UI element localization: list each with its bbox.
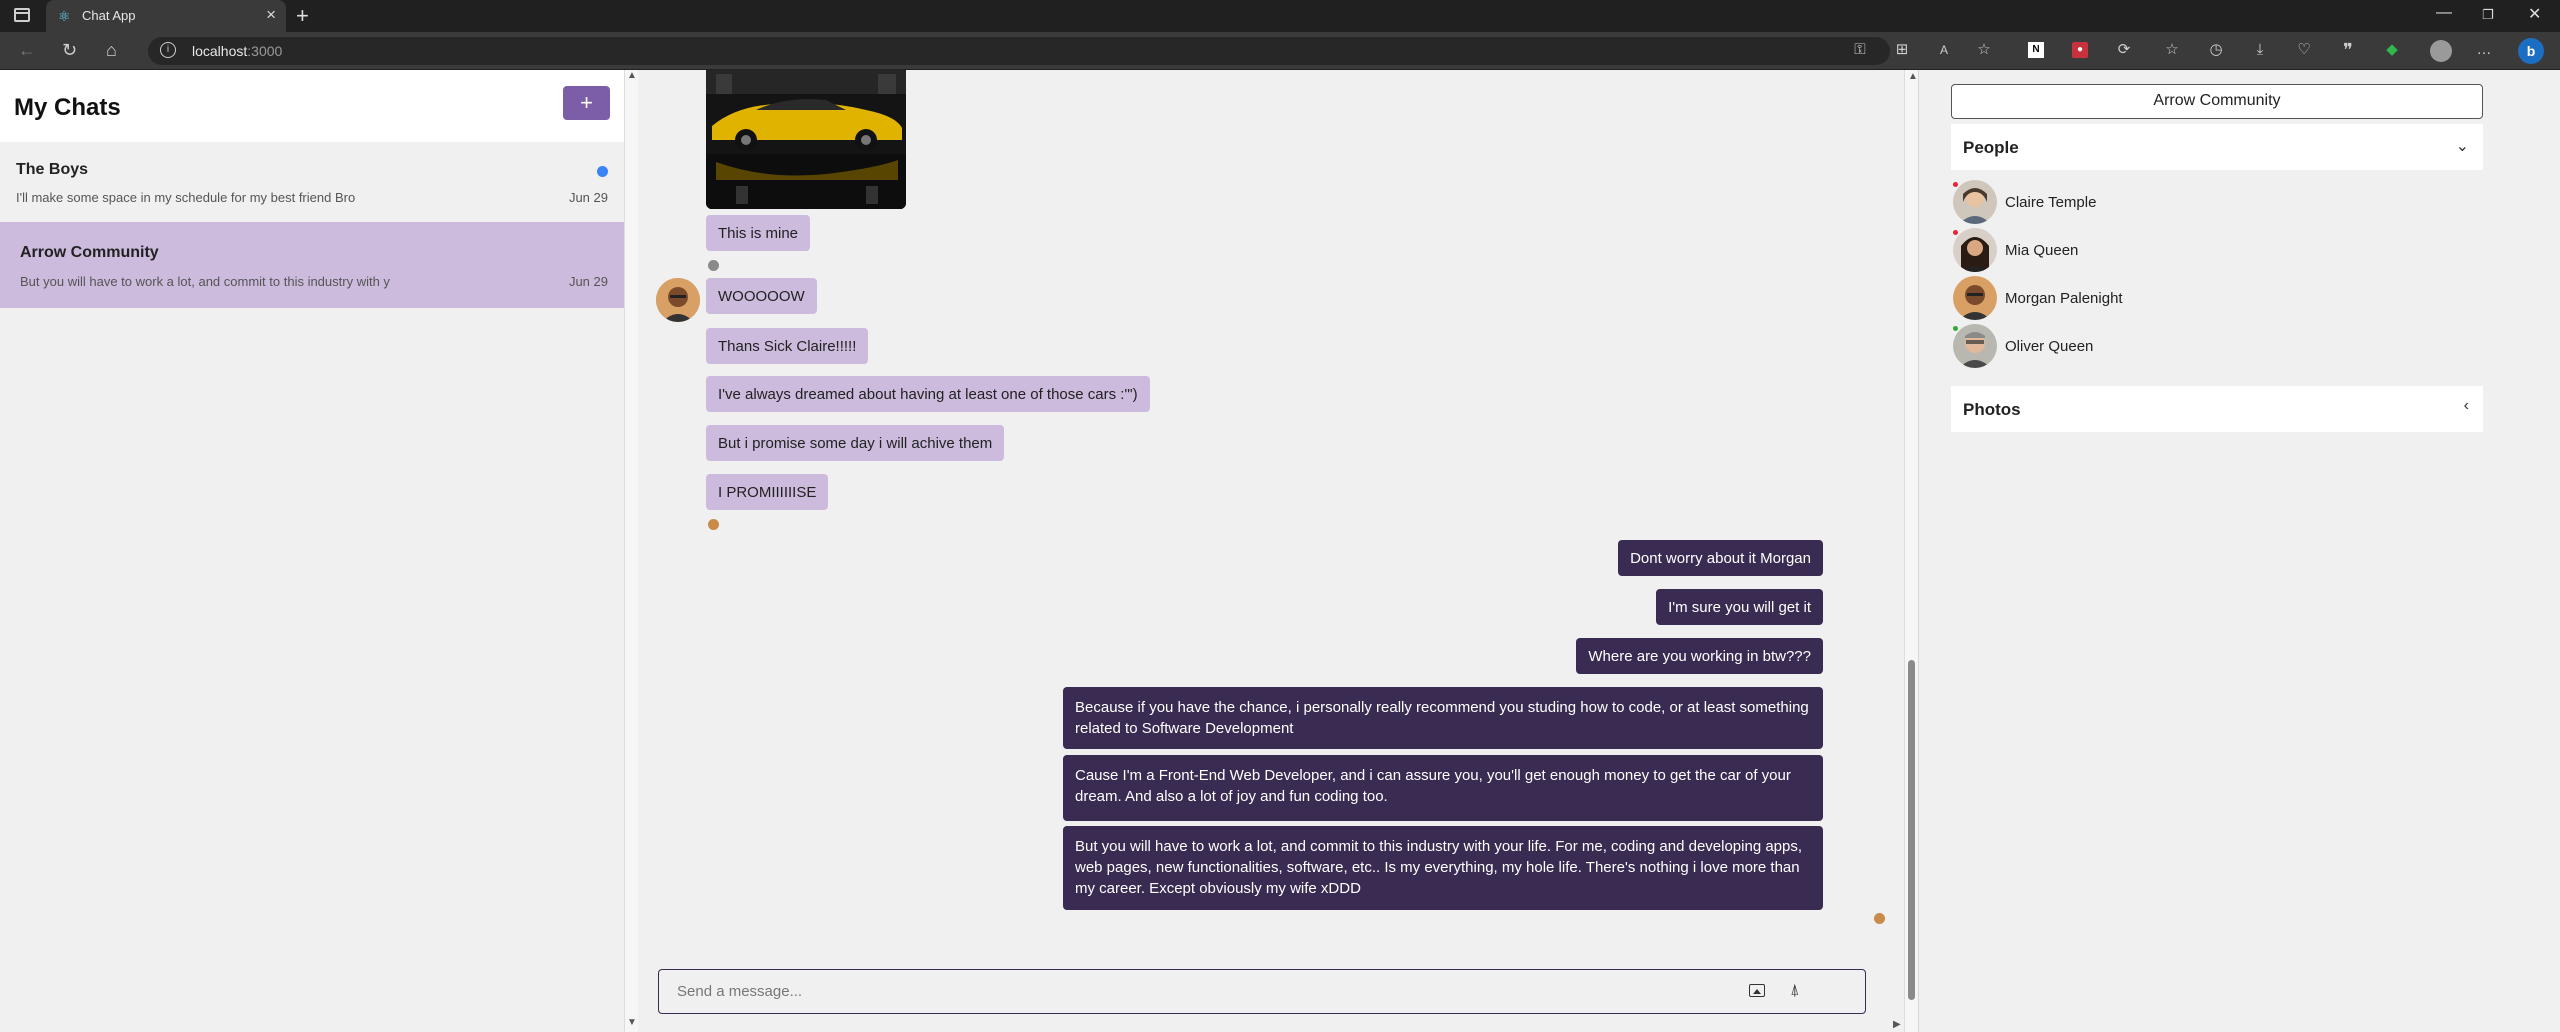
avatar (1953, 228, 1997, 272)
member-item[interactable]: Mia Queen (1951, 228, 2251, 272)
extension-sync-icon[interactable]: ⟳ (2116, 42, 2132, 58)
profile-avatar[interactable] (2430, 40, 2452, 62)
chevron-left-icon: ‹ (2463, 397, 2469, 414)
sender-avatar (708, 260, 719, 271)
page-title: My Chats (14, 94, 121, 121)
chat-list-item-selected[interactable]: Arrow Community But you will have to wor… (0, 222, 624, 308)
chats-header: My Chats + (0, 70, 624, 142)
refresh-icon[interactable]: ↻ (62, 40, 77, 61)
close-window-icon[interactable]: ✕ (2528, 4, 2541, 24)
scrollbar-thumb[interactable] (1908, 660, 1915, 1000)
member-name: Oliver Queen (2005, 338, 2094, 355)
url-field[interactable]: i localhost:3000 (148, 37, 1890, 65)
browser-tab-bar: ⚛ Chat App × + — ❐ ✕ (0, 0, 2560, 32)
favorite-star-icon[interactable]: ☆ (1976, 42, 1992, 58)
address-bar: ← ↻ ⌂ i localhost:3000 ⚿ ⊞ A ☆ N ● ⟳ ☆ ◷… (0, 32, 2560, 70)
photos-accordion-header[interactable]: Photos ‹ (1951, 386, 2483, 432)
unread-badge (597, 166, 608, 177)
minimize-icon[interactable]: — (2436, 4, 2452, 22)
chevron-down-icon: ⌄ (2455, 138, 2469, 155)
chat-preview: I'll make some space in my schedule for … (16, 190, 356, 205)
key-icon[interactable]: ⚿ (1852, 42, 1868, 58)
message-bubble-incoming: I PROMIIIIIISE (706, 474, 829, 510)
status-dot (1953, 326, 1958, 331)
settings-more-icon[interactable]: … (2476, 42, 2492, 58)
message-bubble-outgoing: But you will have to work a lot, and com… (1063, 826, 1823, 910)
member-name: Morgan Palenight (2005, 290, 2123, 307)
message-bubble-incoming: But i promise some day i will achive the… (706, 425, 1005, 461)
browser-tab[interactable]: ⚛ Chat App × (46, 0, 286, 32)
sidebar-scrollbar[interactable]: ▲ ▼ (624, 70, 638, 1032)
sender-avatar (1874, 913, 1885, 924)
avatar (1953, 180, 1997, 224)
chat-name-button[interactable]: Arrow Community (1951, 84, 2483, 119)
chat-scrollbar[interactable]: ▲ ▶ (1893, 70, 1918, 1032)
chat-date: Jun 29 (568, 190, 608, 205)
scroll-up-arrow-icon[interactable]: ▲ (1908, 71, 1918, 82)
new-group-chat-button[interactable]: + (563, 86, 610, 120)
scroll-right-arrow-icon[interactable]: ▶ (1893, 1019, 1901, 1030)
message-bubble-incoming: WOOOOOW (706, 278, 817, 314)
chat-messages-panel: This is mine WOOOOOW Thans Sick Claire!!… (638, 70, 1904, 1032)
avatar (1953, 276, 1997, 320)
history-icon[interactable]: ◷ (2208, 42, 2224, 58)
site-info-icon[interactable]: i (160, 42, 176, 58)
status-dot (1953, 182, 1958, 187)
message-bubble-incoming: I've always dreamed about having at leas… (706, 376, 1150, 412)
member-name: Claire Temple (2005, 194, 2097, 211)
chats-sidebar: My Chats + The Boys I'll make some space… (0, 70, 624, 1032)
shared-car-photo[interactable] (706, 70, 906, 209)
message-bubble-outgoing: Dont worry about it Morgan (1618, 540, 1823, 576)
member-item[interactable]: Oliver Queen (1951, 324, 2251, 368)
new-tab-icon[interactable]: + (296, 3, 309, 29)
extension-record-icon[interactable]: ● (2072, 42, 2088, 58)
extension-n-icon[interactable]: N (2028, 42, 2044, 58)
people-label: People (1963, 138, 2019, 157)
downloads-icon[interactable]: ⤓ (2252, 42, 2268, 58)
tab-title: Chat App (82, 8, 136, 23)
chat-details-panel: Arrow Community People ⌄ Claire Temple M… (1918, 70, 2560, 1032)
copilot-icon[interactable]: b (2518, 38, 2544, 64)
sender-avatar (708, 519, 719, 530)
people-accordion-header[interactable]: People ⌄ (1951, 124, 2483, 170)
photos-label: Photos (1963, 400, 2021, 419)
status-dot (1953, 230, 1958, 235)
chat-preview: But you will have to work a lot, and com… (20, 274, 390, 289)
browser-essentials-icon[interactable]: ◆ (2384, 42, 2400, 58)
message-bubble-incoming: Thans Sick Claire!!!!! (706, 328, 869, 364)
avatar (1953, 324, 1997, 368)
home-icon[interactable]: ⌂ (106, 40, 117, 61)
send-icon[interactable]: ⍋ (1790, 982, 1800, 1000)
message-bubble-outgoing: Where are you working in btw??? (1576, 638, 1823, 674)
scroll-up-arrow-icon[interactable]: ▲ (627, 70, 637, 81)
message-composer: ⍋ (658, 969, 1866, 1014)
member-item[interactable]: Claire Temple (1951, 180, 2251, 224)
message-bubble-outgoing: Cause I'm a Front-End Web Developer, and… (1063, 755, 1823, 821)
chat-list-item[interactable]: The Boys I'll make some space in my sche… (0, 146, 624, 228)
message-bubble-incoming: This is mine (706, 215, 811, 251)
quote-icon[interactable]: ❞ (2340, 41, 2356, 59)
member-item[interactable]: Morgan Palenight (1951, 276, 2251, 320)
message-bubble-outgoing: Because if you have the chance, i person… (1063, 687, 1823, 749)
favorites-icon[interactable]: ☆ (2164, 42, 2180, 58)
chat-name: Arrow Community (20, 244, 159, 261)
message-bubble-outgoing: I'm sure you will get it (1656, 589, 1823, 625)
app-available-icon[interactable]: ⊞ (1894, 42, 1910, 58)
attach-image-icon[interactable] (1749, 984, 1765, 997)
chat-date: Jun 29 (568, 274, 608, 289)
member-name: Mia Queen (2005, 242, 2079, 259)
tab-actions-icon[interactable] (14, 8, 30, 22)
react-favicon-icon: ⚛ (58, 8, 71, 24)
url-text: localhost:3000 (192, 43, 283, 59)
chat-name: The Boys (16, 161, 89, 178)
avatar (656, 278, 700, 322)
performance-icon[interactable]: ♡ (2296, 42, 2312, 58)
read-aloud-icon[interactable]: A (1936, 42, 1952, 58)
restore-icon[interactable]: ❐ (2482, 7, 2494, 23)
close-tab-icon[interactable]: × (266, 5, 276, 25)
message-input[interactable] (659, 970, 1739, 1012)
back-icon[interactable]: ← (18, 40, 36, 61)
scroll-down-arrow-icon[interactable]: ▼ (627, 1017, 637, 1028)
